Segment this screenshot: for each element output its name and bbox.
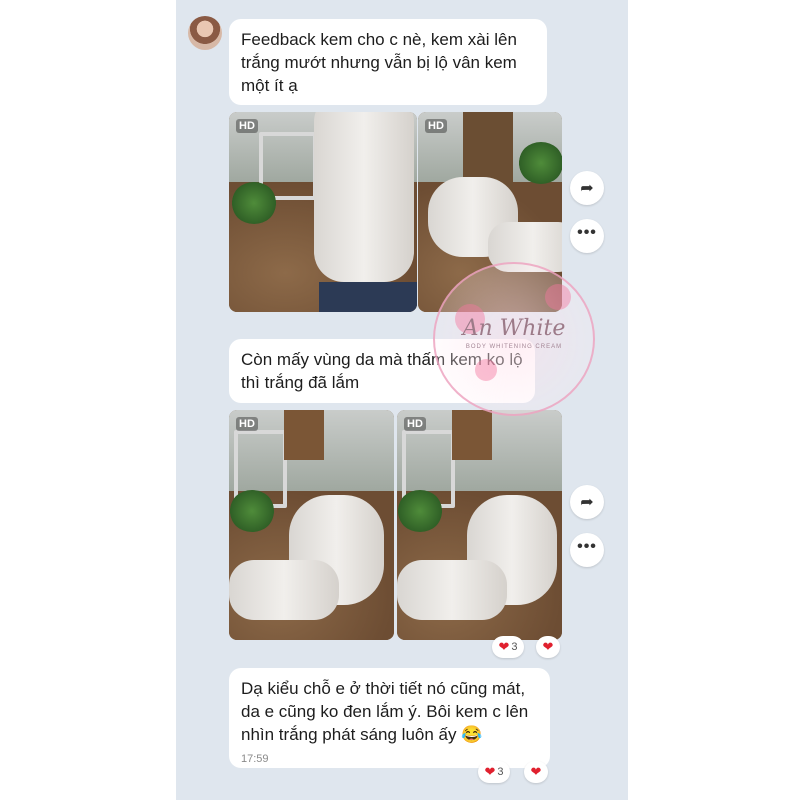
message-bubble-3[interactable]: Dạ kiểu chỗ e ở thời tiết nó cũng mát, d… <box>229 668 550 768</box>
heart-icon: ❤ <box>498 639 510 654</box>
react-button[interactable]: ❤ <box>536 636 560 658</box>
share-icon: ➦ <box>580 494 594 511</box>
share-icon: ➦ <box>580 180 594 197</box>
brand-watermark-logo: An White BODY WHITENING CREAM <box>433 262 595 416</box>
hd-badge: HD <box>236 119 258 133</box>
hd-badge: HD <box>236 417 258 431</box>
sender-avatar[interactable] <box>188 16 222 50</box>
message-timestamp: 17:59 <box>241 753 269 765</box>
hd-badge: HD <box>404 417 426 431</box>
reaction-count: 3 <box>497 766 504 778</box>
photo-1-wrist[interactable]: HD <box>229 112 417 312</box>
hd-badge: HD <box>425 119 447 133</box>
message-bubble-1[interactable]: Feedback kem cho c nè, kem xài lên trắng… <box>229 19 547 105</box>
reaction-count: 3 <box>511 641 518 653</box>
more-button-2[interactable]: ••• <box>570 533 604 567</box>
share-button-1[interactable]: ➦ <box>570 171 604 205</box>
photo-4-hand[interactable]: HD <box>397 410 562 640</box>
more-button-1[interactable]: ••• <box>570 219 604 253</box>
message-text-1: Feedback kem cho c nè, kem xài lên trắng… <box>241 30 517 95</box>
heart-icon: ❤ <box>484 764 496 779</box>
watermark-tagline: BODY WHITENING CREAM <box>465 344 563 350</box>
message-text-3: Dạ kiểu chỗ e ở thời tiết nó cũng mát, d… <box>241 679 529 744</box>
heart-icon: ❤ <box>530 764 542 779</box>
reaction-count-badge[interactable]: ❤ 3 <box>478 761 510 783</box>
more-icon: ••• <box>577 538 597 555</box>
heart-icon: ❤ <box>542 639 554 654</box>
watermark-brand: An White <box>462 316 566 341</box>
photo-3-hand[interactable]: HD <box>229 410 394 640</box>
share-button-2[interactable]: ➦ <box>570 485 604 519</box>
react-button[interactable]: ❤ <box>524 761 548 783</box>
more-icon: ••• <box>577 224 597 241</box>
reaction-count-badge[interactable]: ❤ 3 <box>492 636 524 658</box>
